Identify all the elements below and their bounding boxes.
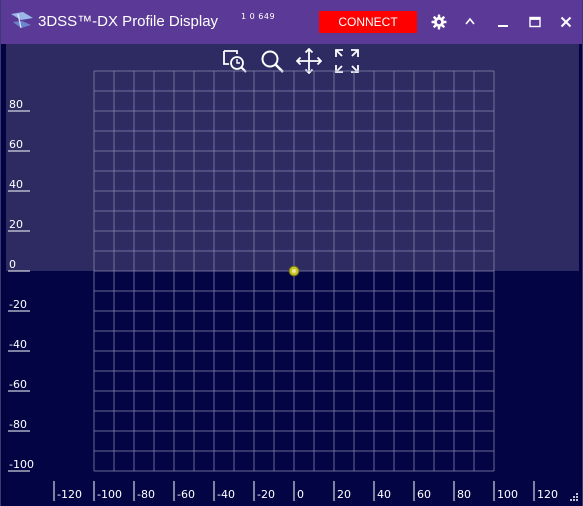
x-tick-label: -20 xyxy=(257,488,275,501)
data-point-center xyxy=(292,269,296,273)
x-tick-label: -80 xyxy=(137,488,155,501)
x-tick-label: 80 xyxy=(457,488,471,501)
y-tick-label: -20 xyxy=(9,298,27,311)
x-tick-label: -120 xyxy=(57,488,82,501)
resize-grip-icon[interactable] xyxy=(568,493,578,503)
y-tick-label: 40 xyxy=(9,178,23,191)
profile-plot[interactable]: 80 60 40 20 0 -20 -40 -60 -80 -100 -120 -100 -80 -60… xyxy=(6,44,579,506)
y-tick-label: 80 xyxy=(9,98,23,111)
title-bar[interactable]: 3DSS™-DX Profile Display 1 0 649 CONNECT xyxy=(1,0,582,44)
y-tick-label: -60 xyxy=(9,378,27,391)
y-tick-label: 60 xyxy=(9,138,23,151)
connect-button[interactable]: CONNECT xyxy=(319,11,417,33)
y-tick-label: -80 xyxy=(9,418,27,431)
minimize-button[interactable] xyxy=(491,10,515,34)
y-tick-label: 0 xyxy=(9,258,16,271)
close-button[interactable] xyxy=(554,10,578,34)
x-axis: -120 -100 -80 -60 -40 -20 0 20 40 60 80 100 120 xyxy=(53,481,558,501)
x-tick-label: 20 xyxy=(337,488,351,501)
app-logo-icon xyxy=(11,12,33,29)
y-tick-label: 20 xyxy=(9,218,23,231)
collapse-button[interactable] xyxy=(458,10,482,34)
y-axis: 80 60 40 20 0 -20 -40 -60 -80 -100 xyxy=(8,98,34,472)
y-tick-label: -100 xyxy=(9,458,34,471)
caret-up-icon xyxy=(465,17,475,25)
x-tick-label: -100 xyxy=(97,488,122,501)
app-window: 3DSS™-DX Profile Display 1 0 649 CONNECT xyxy=(0,0,583,506)
maximize-button[interactable] xyxy=(523,10,547,34)
maximize-icon xyxy=(529,16,541,28)
x-tick-label: 40 xyxy=(377,488,391,501)
x-tick-label: 100 xyxy=(497,488,518,501)
x-tick-label: 0 xyxy=(297,488,304,501)
gear-icon xyxy=(431,14,447,30)
app-title: 3DSS™-DX Profile Display xyxy=(38,13,219,30)
x-tick-label: 120 xyxy=(537,488,558,501)
data-points xyxy=(288,265,300,277)
x-tick-label: -60 xyxy=(177,488,195,501)
minimize-icon xyxy=(498,25,508,27)
y-tick-label: -40 xyxy=(9,338,27,351)
version-label: 1 0 649 xyxy=(241,12,276,21)
x-tick-label: 60 xyxy=(417,488,431,501)
settings-button[interactable] xyxy=(427,10,451,34)
x-tick-label: -40 xyxy=(217,488,235,501)
close-icon xyxy=(560,16,572,28)
